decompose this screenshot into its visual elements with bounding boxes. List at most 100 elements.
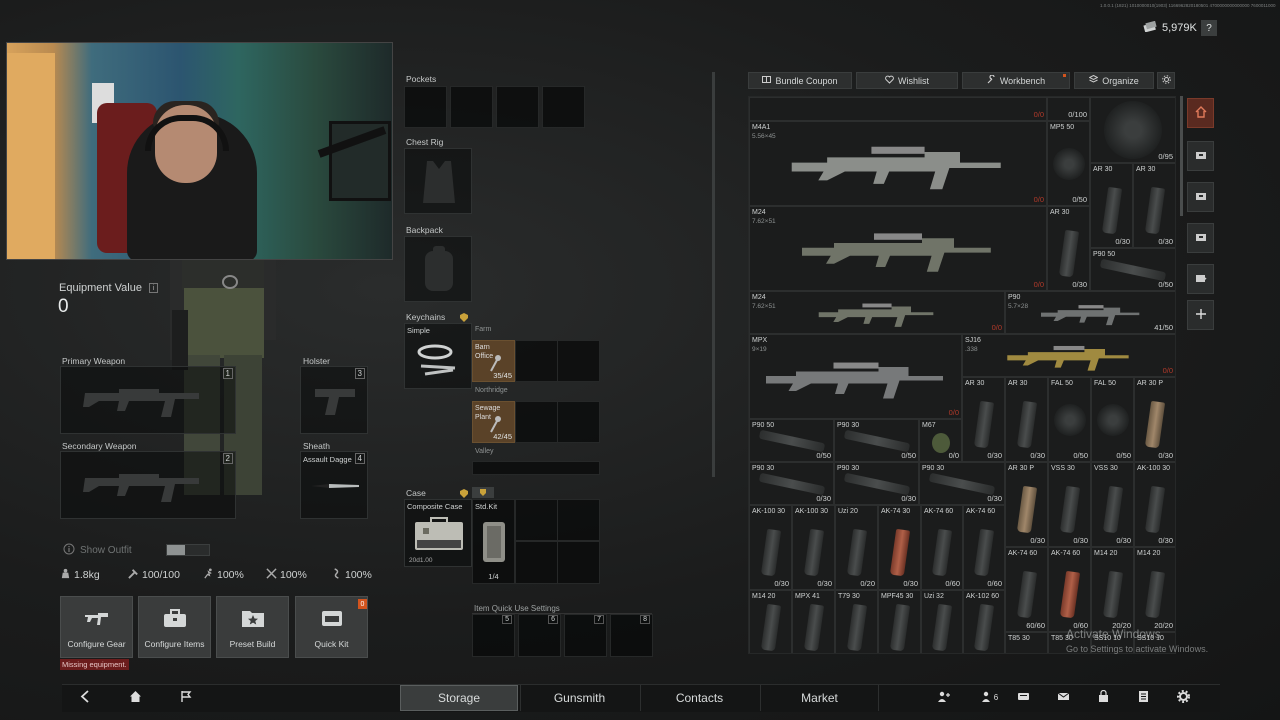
- stash-item[interactable]: M24 7.62×51 0/0: [749, 291, 1005, 334]
- key-slot-empty[interactable]: [472, 461, 600, 475]
- workbench-button[interactable]: Workbench: [962, 72, 1070, 89]
- stash-item[interactable]: 0/95: [1090, 97, 1175, 163]
- home-button[interactable]: [125, 688, 145, 706]
- case-slot[interactable]: Composite Case 20d1.00: [404, 499, 472, 567]
- stash-item[interactable]: AR 30 0/30: [1005, 377, 1048, 462]
- stash-grid[interactable]: 0/0 0/100 M4A1 5.56×45 0/0 MP5 50 0/50 0/95 AR 3…: [748, 96, 1176, 654]
- quick-use-slot-8[interactable]: 8: [610, 614, 653, 657]
- stash-item[interactable]: M14 20 20/20: [1091, 547, 1134, 632]
- stash-item[interactable]: 0/100: [1047, 97, 1090, 121]
- quick-use-slot-6[interactable]: 6: [518, 614, 561, 657]
- sheath-slot[interactable]: Assault Dagge 4: [300, 451, 368, 519]
- pocket-slot-2[interactable]: [450, 86, 493, 128]
- pocket-slot-1[interactable]: [404, 86, 447, 128]
- add-stash-page-button[interactable]: [1187, 300, 1214, 330]
- stash-item[interactable]: AK-100 30 0/30: [1134, 462, 1175, 547]
- chat-button[interactable]: [1013, 688, 1033, 706]
- stash-scrollbar[interactable]: [1180, 96, 1183, 216]
- stash-item[interactable]: AR 30 0/30: [962, 377, 1005, 462]
- chest-rig-slot[interactable]: [404, 148, 472, 214]
- mission-button[interactable]: [176, 688, 196, 706]
- key-slot-empty[interactable]: [557, 401, 600, 443]
- stash-item[interactable]: MP5 50 0/50: [1047, 121, 1090, 206]
- stash-item[interactable]: AK-74 60 60/60: [1005, 547, 1048, 632]
- primary-weapon-slot[interactable]: 1: [60, 366, 236, 434]
- settings-button[interactable]: [1157, 72, 1175, 89]
- key-slot-empty[interactable]: [557, 340, 600, 382]
- outfit-switch[interactable]: [166, 544, 210, 556]
- stash-item[interactable]: AR 30 0/30: [1047, 206, 1090, 291]
- stash-item[interactable]: MPF45 30: [878, 590, 921, 653]
- stash-item[interactable]: AK-100 30 0/30: [749, 505, 792, 590]
- stash-item[interactable]: M4A1 5.56×45 0/0: [749, 121, 1047, 206]
- stash-item[interactable]: Uzi 20 0/20: [835, 505, 878, 590]
- stash-item[interactable]: AK-74 60 0/60: [1048, 547, 1091, 632]
- panel-scrollbar[interactable]: [712, 72, 715, 477]
- stash-item[interactable]: AR 30 P 0/30: [1005, 462, 1048, 547]
- squad-button[interactable]: [933, 688, 953, 706]
- key-slot-empty[interactable]: [515, 340, 558, 382]
- quick-kit-button[interactable]: 0 Quick Kit: [295, 596, 368, 658]
- tab-storage[interactable]: Storage: [400, 685, 518, 711]
- stash-item[interactable]: VSS 30 0/30: [1048, 462, 1091, 547]
- stash-item[interactable]: M14 20: [749, 590, 792, 653]
- stash-page-5-button[interactable]: [1187, 264, 1214, 294]
- key-slot-barn-office[interactable]: Barn Office 35/45: [472, 340, 515, 382]
- tab-market[interactable]: Market: [760, 685, 878, 711]
- organize-button[interactable]: Organize: [1074, 72, 1154, 89]
- stash-item[interactable]: P90 30 0/30: [919, 462, 1005, 505]
- stash-page-3-button[interactable]: [1187, 182, 1214, 212]
- stash-item[interactable]: M14 20 20/20: [1134, 547, 1175, 632]
- help-button[interactable]: ?: [1201, 20, 1217, 36]
- back-button[interactable]: [75, 688, 95, 706]
- secondary-weapon-slot[interactable]: 2: [60, 451, 236, 519]
- stash-item[interactable]: VSS 30 0/30: [1091, 462, 1134, 547]
- stash-item[interactable]: P90 30 0/30: [749, 462, 834, 505]
- bundle-coupon-button[interactable]: Bundle Coupon: [748, 72, 852, 89]
- stash-item[interactable]: M24 7.62×51 0/0: [749, 206, 1047, 291]
- stash-item[interactable]: P90 50 0/50: [749, 419, 834, 462]
- keychain-slot[interactable]: Simple: [404, 323, 472, 389]
- friends-button[interactable]: 6: [976, 688, 1002, 706]
- notes-button[interactable]: [1133, 688, 1153, 706]
- case-grid-slot[interactable]: [515, 499, 558, 541]
- stash-item[interactable]: T79 30: [835, 590, 878, 653]
- key-slot-sewage-plant[interactable]: Sewage Plant 42/45: [472, 401, 515, 443]
- stash-page-4-button[interactable]: [1187, 223, 1214, 253]
- stash-item[interactable]: P90 5.7×28 41/50: [1005, 291, 1175, 334]
- tab-gunsmith[interactable]: Gunsmith: [520, 685, 638, 711]
- stash-item[interactable]: M67 0/0: [919, 419, 962, 462]
- pocket-slot-3[interactable]: [496, 86, 539, 128]
- stash-item[interactable]: AR 30 P 0/30: [1134, 377, 1175, 462]
- quick-use-slot-7[interactable]: 7: [564, 614, 607, 657]
- stash-item[interactable]: T85 30: [1005, 632, 1048, 653]
- stash-item[interactable]: MPX 9×19 0/0: [749, 334, 962, 419]
- case-grid-slot[interactable]: [557, 499, 600, 541]
- stash-item[interactable]: AK-74 60 0/60: [963, 505, 1005, 590]
- stash-item[interactable]: Uzi 32: [921, 590, 963, 653]
- stash-item[interactable]: P90 30 0/50: [834, 419, 919, 462]
- stash-item[interactable]: AK-102 60: [963, 590, 1005, 653]
- stash-item[interactable]: P90 30 0/30: [834, 462, 919, 505]
- stash-item[interactable]: AR 30 0/30: [1133, 163, 1175, 248]
- stash-item[interactable]: AK-74 60 0/60: [921, 505, 963, 590]
- stash-item[interactable]: AK-100 30 0/30: [792, 505, 835, 590]
- stash-item[interactable]: 0/0: [749, 97, 1047, 121]
- backpack-slot[interactable]: [404, 236, 472, 302]
- stash-item[interactable]: MPX 41: [792, 590, 835, 653]
- settings-button[interactable]: [1173, 688, 1193, 706]
- show-outfit-toggle[interactable]: Show Outfit: [63, 543, 132, 557]
- preset-build-button[interactable]: Preset Build: [216, 596, 289, 658]
- quick-use-slot-5[interactable]: 5: [472, 614, 515, 657]
- stash-item[interactable]: FAL 50 0/50: [1091, 377, 1134, 462]
- configure-items-button[interactable]: Configure Items: [138, 596, 211, 658]
- case-grid-slot[interactable]: [557, 541, 600, 584]
- wishlist-button[interactable]: Wishlist: [856, 72, 958, 89]
- holster-slot[interactable]: 3: [300, 366, 368, 434]
- key-slot-empty[interactable]: [515, 401, 558, 443]
- std-kit-slot[interactable]: Std.Kit 1/4: [472, 499, 515, 584]
- stash-item[interactable]: FAL 50 0/50: [1048, 377, 1091, 462]
- tab-contacts[interactable]: Contacts: [640, 685, 758, 711]
- mail-button[interactable]: [1053, 688, 1073, 706]
- case-grid-slot[interactable]: [515, 541, 558, 584]
